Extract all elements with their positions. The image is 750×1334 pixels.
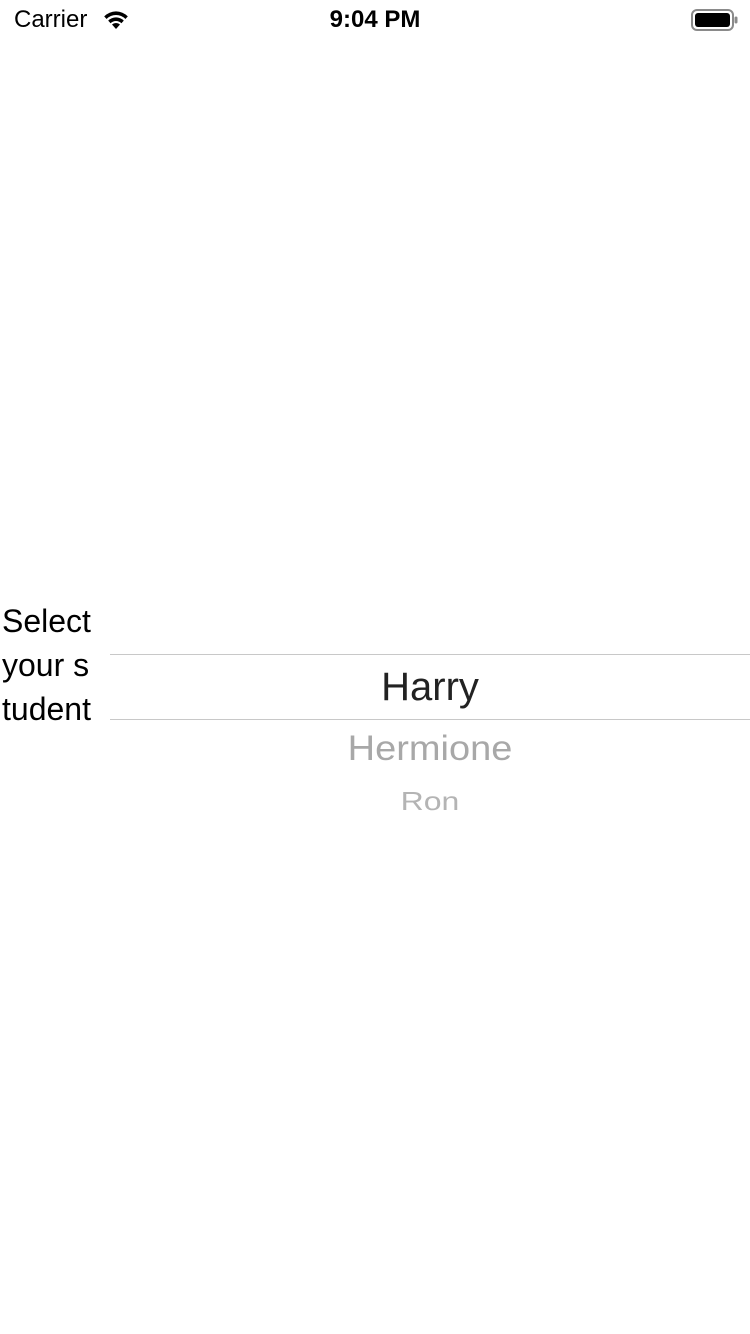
battery-icon xyxy=(691,9,739,31)
picker-selection-bottom-line xyxy=(110,719,750,720)
status-bar: Carrier 9:04 PM xyxy=(0,0,750,40)
select-student-label: Select your student xyxy=(2,603,91,727)
picker-selection-top-line xyxy=(110,654,750,655)
student-picker[interactable]: Harry Hermione Ron xyxy=(110,560,750,850)
picker-option-hermione[interactable]: Hermione xyxy=(110,728,750,770)
status-time: 9:04 PM xyxy=(329,6,421,33)
picker-option-ron[interactable]: Ron xyxy=(110,785,750,816)
picker-option-harry[interactable]: Harry xyxy=(110,662,750,712)
